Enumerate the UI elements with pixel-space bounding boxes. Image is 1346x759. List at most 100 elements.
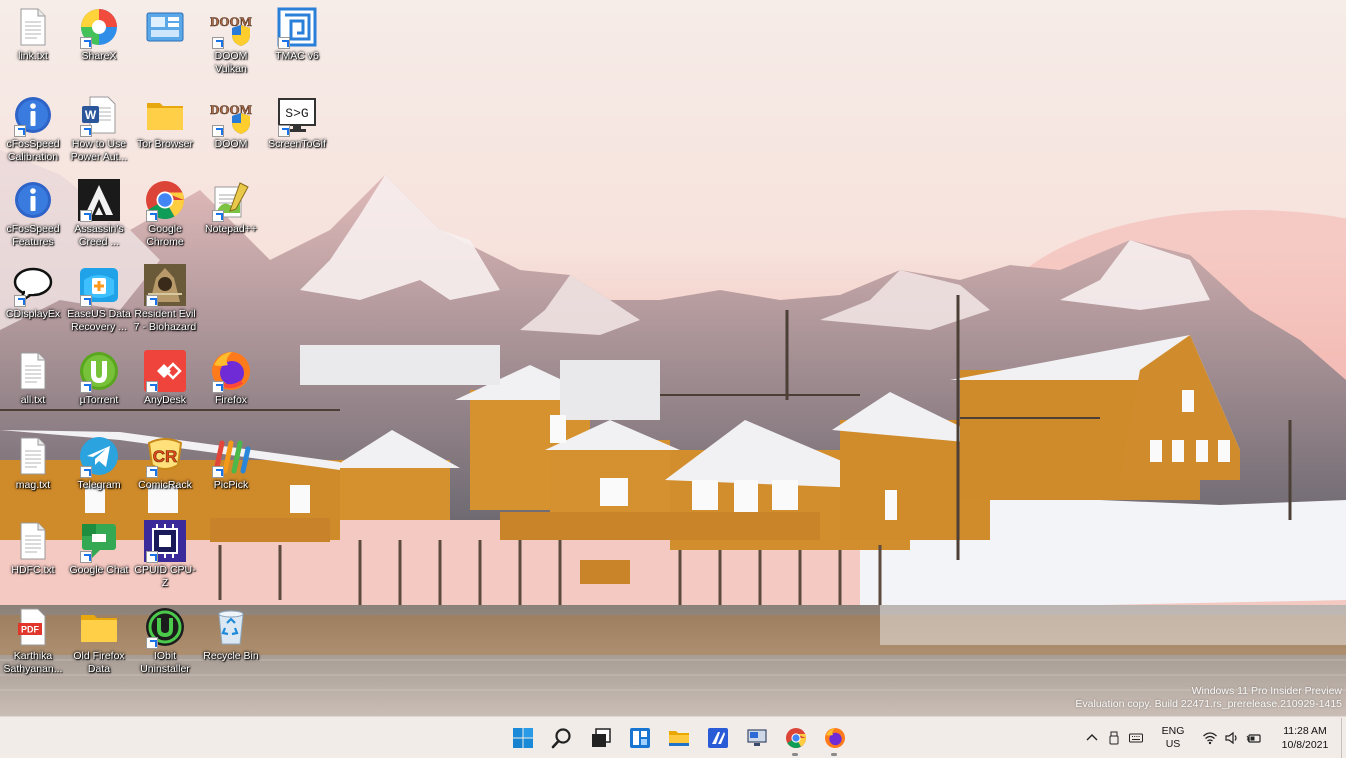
input-language-button[interactable]: ENG US xyxy=(1153,725,1193,751)
desktop-icon-firefox[interactable]: Firefox xyxy=(198,350,264,407)
battery-charging-icon xyxy=(1246,734,1261,743)
picpick-icon xyxy=(210,435,252,478)
desktop-icon-label: ComicRack xyxy=(138,479,192,491)
desktop-icon-label: Tor Browser xyxy=(136,138,193,150)
folder-icon xyxy=(144,94,186,136)
tmac-icon xyxy=(276,6,318,49)
blue-app-button[interactable] xyxy=(698,718,737,758)
desktop-icon-old-firefox[interactable]: Old Firefox Data xyxy=(66,606,132,676)
desktop-icon-doom-vulkan[interactable]: DOOM DOOM Vulkan xyxy=(198,6,264,76)
task-view-icon xyxy=(591,728,611,747)
usb-drive-icon xyxy=(1109,731,1119,745)
text-file-icon xyxy=(12,435,54,477)
shortcut-arrow-icon xyxy=(278,37,290,49)
language-code: ENG xyxy=(1161,725,1185,737)
desktop-icon-tmac[interactable]: TMAC v6 xyxy=(264,6,330,63)
desktop-icon-label: PicPick xyxy=(213,479,249,491)
widgets-button[interactable] xyxy=(620,718,659,758)
chevron-up-icon xyxy=(1086,734,1098,741)
wifi-tray-button[interactable] xyxy=(1199,718,1221,758)
desktop-icon-how-to[interactable]: W How to Use Power Aut... xyxy=(66,94,132,164)
desktop-icon-cpuz[interactable]: CPUID CPU-Z xyxy=(132,520,198,590)
show-hidden-icons-button[interactable] xyxy=(1081,718,1103,758)
desktop-icon-doom[interactable]: DOOM DOOM xyxy=(198,94,264,151)
chrome-icon xyxy=(144,179,186,222)
task-view-button[interactable] xyxy=(581,718,620,758)
chrome-icon xyxy=(785,728,806,748)
watermark-line-1: Windows 11 Pro Insider Preview xyxy=(1191,685,1342,697)
desktop-icon-label: HDFC.txt xyxy=(11,564,55,576)
shortcut-arrow-icon xyxy=(212,381,224,393)
desktop-icon-comicrack[interactable]: CR ComicRack xyxy=(132,435,198,492)
running-indicator xyxy=(831,753,837,756)
desktop-icon-magtxt[interactable]: mag.txt xyxy=(0,435,66,492)
desktop-icon-picpick[interactable]: PicPick xyxy=(198,435,264,492)
desktop-icon-cfos-cal[interactable]: cFosSpeed Calibration xyxy=(0,94,66,164)
usb-tray-button[interactable] xyxy=(1103,718,1125,758)
show-desktop-button[interactable] xyxy=(1341,718,1346,758)
desktop-icon-sharex[interactable]: ShareX xyxy=(66,6,132,63)
info-icon xyxy=(12,94,54,137)
chrome-taskbar-button[interactable] xyxy=(776,718,815,758)
desktop-icon-label: Telegram xyxy=(77,479,121,491)
desktop-icon-label: link.txt xyxy=(18,50,48,62)
keyboard-layout: US xyxy=(1165,738,1181,750)
taskbar: ENG US 11:28 AM 10/8/2021 xyxy=(0,716,1346,758)
desktop-icon-resident-evil[interactable]: Resident Evil 7 - Biohazard xyxy=(132,264,198,334)
desktop-icon-hdfc[interactable]: HDFC.txt xyxy=(0,520,66,577)
desktop-icon-label: Firefox xyxy=(214,394,248,406)
speech-bubble-icon xyxy=(12,264,54,307)
desktop-icon-label: Google Chrome xyxy=(146,223,184,248)
easeus-icon xyxy=(78,264,120,307)
desktop-icon-label: Notepad++ xyxy=(205,223,257,235)
windows-watermark: Windows 11 Pro Insider Preview Evaluatio… xyxy=(1075,685,1342,711)
desktop-icon-utorrent[interactable]: µTorrent xyxy=(66,350,132,407)
firefox-taskbar-button[interactable] xyxy=(815,718,854,758)
shortcut-arrow-icon xyxy=(146,381,158,393)
comicrack-icon: CR xyxy=(144,435,186,478)
clock-button[interactable]: 11:28 AM 10/8/2021 xyxy=(1277,724,1333,752)
desktop-icon-label: IObit Uninstaller xyxy=(140,650,190,675)
desktop-icon-easeus[interactable]: EaseUS Data Recovery ... xyxy=(66,264,132,334)
battery-tray-button[interactable] xyxy=(1243,718,1265,758)
shortcut-arrow-icon xyxy=(80,551,92,563)
search-button[interactable] xyxy=(542,718,581,758)
desktop-icon-alltxt[interactable]: all.txt xyxy=(0,350,66,407)
desktop-icon-label: DOOM xyxy=(214,138,248,150)
desktop-icon-tor[interactable]: Tor Browser xyxy=(132,94,198,151)
desktop-icon-anydesk[interactable]: AnyDesk xyxy=(132,350,198,407)
assassins-creed-icon xyxy=(78,179,120,222)
system-tray: ENG US 11:28 AM 10/8/2021 xyxy=(1081,717,1346,759)
desktop-icon-iobit[interactable]: IObit Uninstaller xyxy=(132,606,198,676)
desktop-icon-assassins[interactable]: Assassin's Creed ... xyxy=(66,179,132,249)
shortcut-arrow-icon xyxy=(80,37,92,49)
desktop-icon-unnamed[interactable] xyxy=(132,6,198,50)
shortcut-arrow-icon xyxy=(14,125,26,137)
keyboard-tray-button[interactable] xyxy=(1125,718,1147,758)
firefox-icon xyxy=(824,728,845,748)
desktop-icon-telegram[interactable]: Telegram xyxy=(66,435,132,492)
text-file-icon xyxy=(12,520,54,562)
desktop-icon-cdisplayex[interactable]: CDisplayEx xyxy=(0,264,66,321)
doom-icon: DOOM xyxy=(210,94,252,137)
taskbar-apps xyxy=(503,717,854,759)
desktop-icon-linktxt[interactable]: link.txt xyxy=(0,6,66,63)
desktop-icon-karthika[interactable]: PDF Karthika Sathyanan... xyxy=(0,606,66,676)
desktop-icon-cfos-feat[interactable]: cFosSpeed Features xyxy=(0,179,66,249)
widgets-icon xyxy=(629,728,650,748)
running-indicator xyxy=(792,753,798,756)
desktop-icon-notepadpp[interactable]: Notepad++ xyxy=(198,179,264,236)
desktop-icon-chrome[interactable]: Google Chrome xyxy=(132,179,198,249)
start-button[interactable] xyxy=(503,718,542,758)
desktop-icon-google-chat[interactable]: Google Chat xyxy=(66,520,132,577)
remote-app-button[interactable] xyxy=(737,718,776,758)
volume-tray-button[interactable] xyxy=(1221,718,1243,758)
google-chat-icon xyxy=(78,520,120,563)
file-explorer-button[interactable] xyxy=(659,718,698,758)
desktop-icon-screentogif[interactable]: S>G ScreenToGif xyxy=(264,94,330,151)
info-icon xyxy=(12,179,54,221)
desktop-icon-label: AnyDesk xyxy=(143,394,186,406)
desktop-icon-recycle[interactable]: Recycle Bin xyxy=(198,606,264,663)
shortcut-arrow-icon xyxy=(14,295,26,307)
word-icon: W xyxy=(78,94,120,137)
